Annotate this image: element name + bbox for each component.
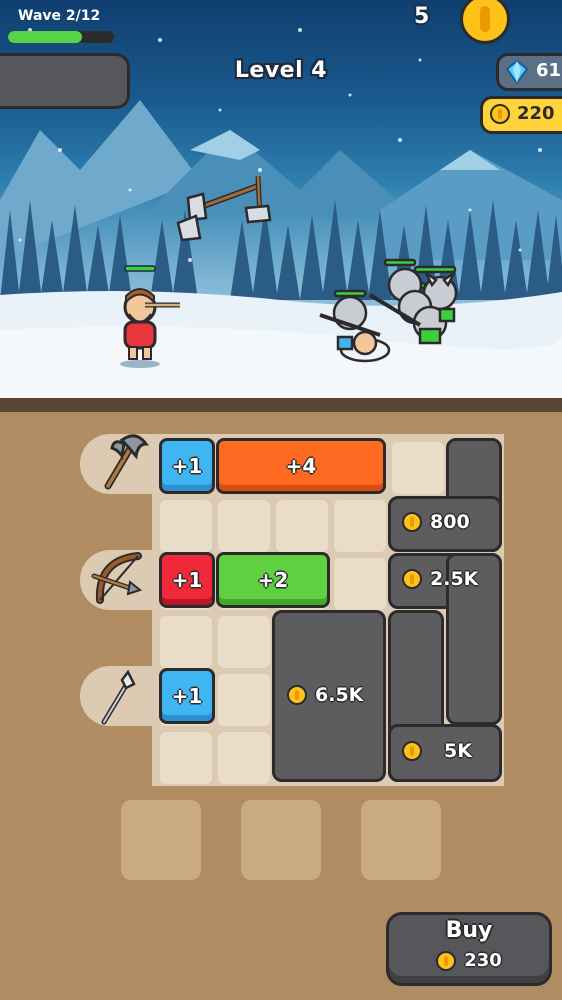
crossbow-upgrade-tile-small[interactable]: +1 bbox=[159, 552, 215, 608]
wave-progress-bar bbox=[8, 31, 114, 43]
axe-upgrade-tile-small[interactable]: +1 bbox=[159, 438, 215, 494]
spear-icon bbox=[101, 669, 136, 725]
grid-cell[interactable] bbox=[218, 500, 270, 552]
grid-cell[interactable] bbox=[160, 500, 212, 552]
gold-count: 220 bbox=[517, 103, 555, 124]
wave-label: Wave 2/12 bbox=[18, 8, 101, 24]
gold-coin-icon bbox=[490, 104, 510, 124]
buy-button-label: Buy bbox=[445, 918, 493, 943]
crossbow-upgrade-tile-medium[interactable]: +2 bbox=[216, 552, 330, 608]
inventory-slot-1[interactable] bbox=[121, 800, 201, 880]
inventory-slot-2[interactable] bbox=[241, 800, 321, 880]
gem-icon bbox=[506, 60, 528, 84]
grid-cell[interactable] bbox=[276, 500, 328, 552]
coin-counter: 5 bbox=[414, 4, 430, 29]
gem-count: 61 bbox=[536, 60, 562, 81]
level-title: Level 4 bbox=[234, 58, 328, 83]
scene-divider bbox=[0, 398, 562, 412]
grid-cell[interactable] bbox=[160, 732, 212, 784]
grid-cell[interactable] bbox=[218, 674, 270, 726]
grid-cell[interactable] bbox=[218, 616, 270, 668]
coin-icon bbox=[402, 741, 422, 761]
grid-cell[interactable] bbox=[334, 500, 386, 552]
locked-slot-6-5k-price: 6.5K bbox=[287, 684, 363, 706]
hero-warrior bbox=[120, 265, 180, 368]
axe-icon bbox=[104, 434, 149, 490]
axe-upgrade-tile-large[interactable]: +4 bbox=[216, 438, 386, 494]
locked-slot-2-5k-price: 2.5K bbox=[402, 568, 478, 590]
locked-slot-800-price: 800 bbox=[402, 511, 470, 533]
thrown-axes bbox=[176, 175, 272, 242]
crossbow-icon bbox=[91, 552, 143, 604]
inventory-slot-3[interactable] bbox=[361, 800, 441, 880]
grid-cell[interactable] bbox=[218, 732, 270, 784]
spear-upgrade-tile-small[interactable]: +1 bbox=[159, 668, 215, 724]
coin-icon bbox=[436, 950, 457, 971]
buy-button-price: 230 bbox=[386, 950, 552, 971]
grid-cell[interactable] bbox=[392, 442, 444, 494]
locked-slot-5k-price: 5K bbox=[402, 740, 472, 762]
coin-icon bbox=[402, 512, 422, 532]
wave-progress-fill bbox=[8, 31, 83, 43]
grid-cell[interactable] bbox=[334, 558, 386, 610]
grid-cell[interactable] bbox=[160, 616, 212, 668]
coin-icon bbox=[287, 685, 307, 705]
coin-icon bbox=[402, 569, 422, 589]
enemy-vikings bbox=[319, 258, 458, 363]
